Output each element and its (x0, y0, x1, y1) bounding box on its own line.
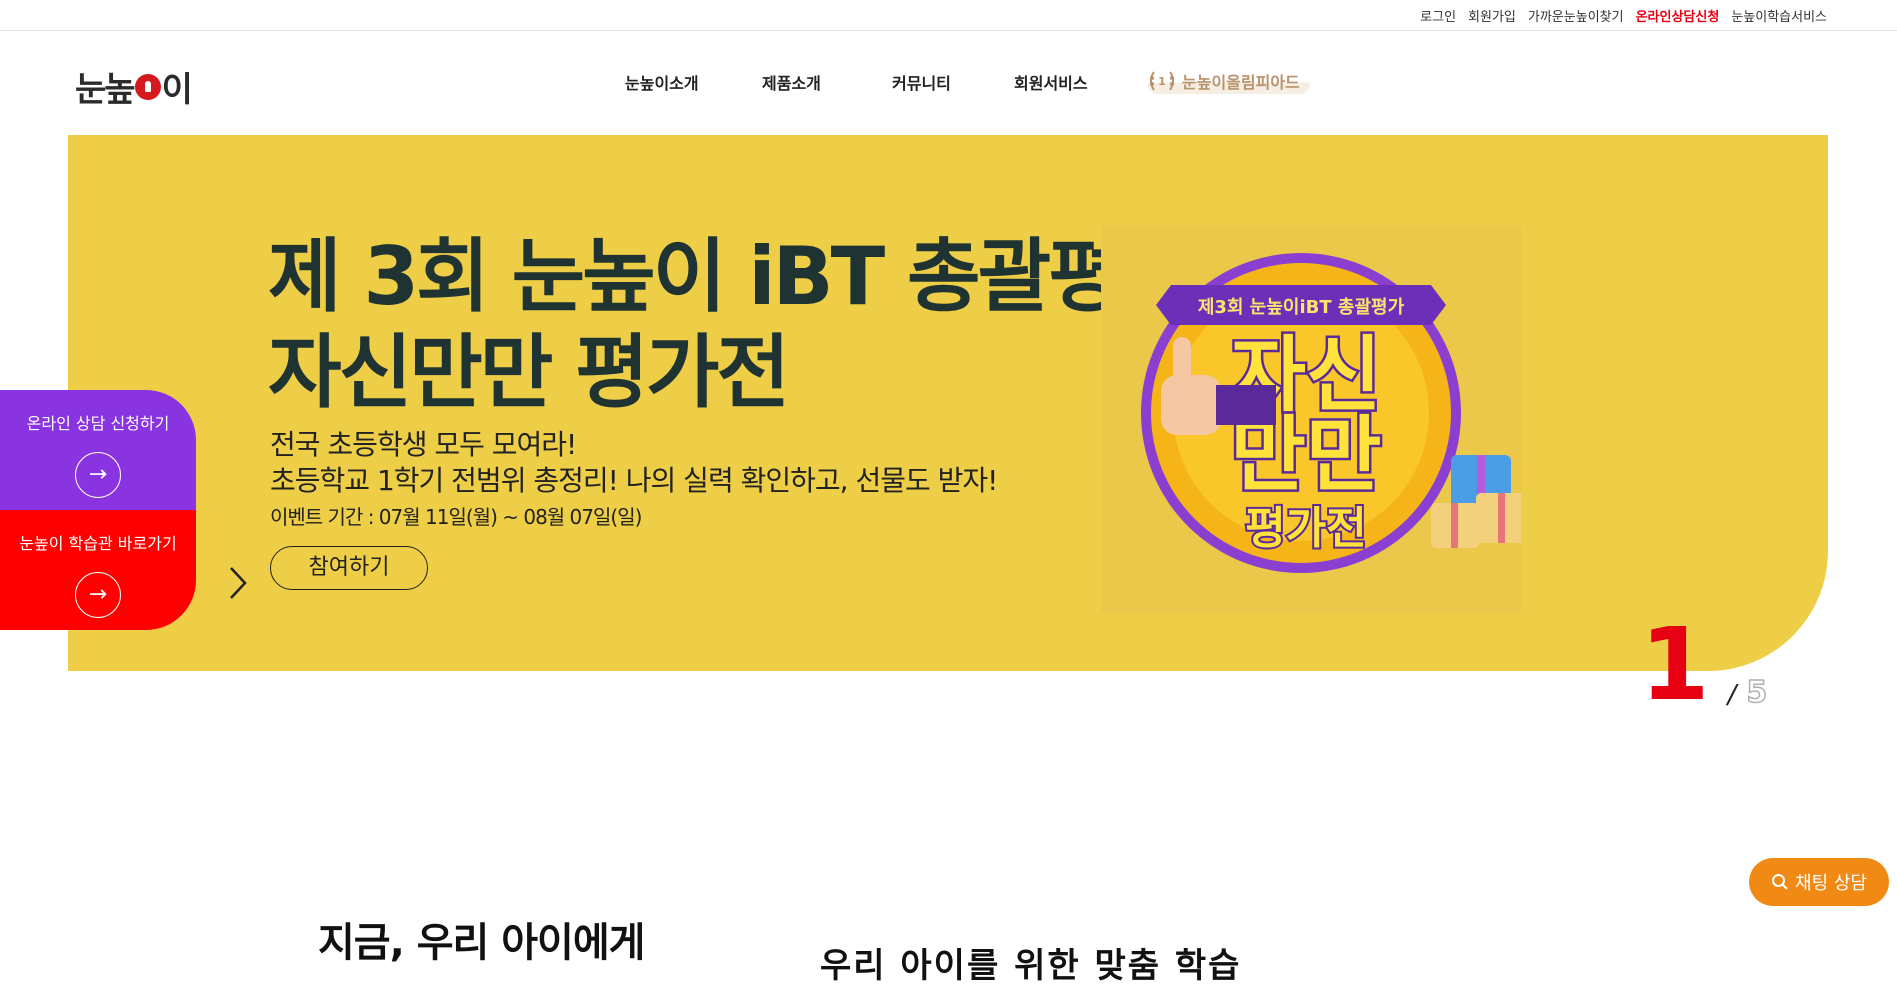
headline-line-1: 제 3회 눈높이 iBT 총괄평가 (268, 230, 1192, 323)
banner-subtitle: 전국 초등학생 모두 모여라! 초등학교 1학기 전범위 총정리! 나의 실력 … (270, 427, 998, 499)
pager-separator: / (1727, 680, 1737, 710)
study-center-panel[interactable]: 눈높이 학습관 바로가기 → (0, 510, 196, 630)
top-utility-bar: 로그인 회원가입 가까운눈높이찾기 온라인상담신청 눈높이학습서비스 (0, 0, 1897, 31)
laurel-icon: 1 (1150, 71, 1174, 91)
pager-total: 5 (1746, 674, 1768, 711)
svg-text:1: 1 (1158, 75, 1166, 88)
arrow-right-icon[interactable]: → (75, 572, 121, 618)
nav-item-community[interactable]: 커뮤니티 (892, 70, 951, 94)
badge-small-text: 평가전 (1245, 503, 1366, 554)
slide-pager: 1 / 5 (1640, 606, 1768, 723)
join-button[interactable]: 참여하기 (270, 546, 428, 590)
find-center-link[interactable]: 가까운눈높이찾기 (1528, 6, 1624, 25)
headline-line-2: 자신만만 평가전 (268, 326, 790, 419)
pager-current: 1 (1640, 606, 1710, 723)
online-consult-link[interactable]: 온라인상담신청 (1636, 6, 1720, 25)
badge-graphic: 제3회 눈높이iBT 총괄평가 자신 만만 평가전 (1141, 253, 1528, 573)
chat-consult-button[interactable]: 채팅 상담 (1749, 858, 1889, 906)
search-icon (1772, 874, 1788, 890)
section-heading-right: 우리 아이를 위한 맞춤 학습 (820, 946, 1242, 986)
event-period: 이벤트 기간 : 07월 11일(월) ~ 08월 07일(일) (270, 505, 642, 529)
banner-headline: 제 3회 눈높이 iBT 총괄평가 자신만만 평가전 (268, 229, 1192, 421)
signup-link[interactable]: 회원가입 (1468, 6, 1516, 25)
chevron-right-icon[interactable] (228, 565, 248, 601)
login-link[interactable]: 로그인 (1420, 6, 1456, 25)
hero-banner: 제 3회 눈높이 iBT 총괄평가 자신만만 평가전 전국 초등학생 모두 모여… (68, 135, 1828, 671)
nav-item-member-service[interactable]: 회원서비스 (1014, 70, 1088, 94)
olympiad-label: 눈높이올림피아드 (1182, 73, 1300, 92)
chat-label: 채팅 상담 (1795, 873, 1867, 894)
online-consult-panel[interactable]: 온라인 상담 신청하기 → (0, 390, 196, 510)
study-center-label: 눈높이 학습관 바로가기 (19, 534, 177, 553)
main-nav: 눈높이소개 제품소개 커뮤니티 회원서비스 1 눈높이올림피아드 (0, 68, 1897, 100)
subtitle-line-1: 전국 초등학생 모두 모여라! (270, 428, 577, 461)
online-consult-label: 온라인 상담 신청하기 (26, 414, 170, 433)
nav-item-olympiad[interactable]: 1 눈높이올림피아드 (1148, 68, 1310, 94)
badge-ribbon-text: 제3회 눈높이iBT 총괄평가 (1198, 297, 1405, 318)
section-heading-left: 지금, 우리 아이에게 (318, 920, 645, 966)
learning-service-link[interactable]: 눈높이학습서비스 (1731, 6, 1827, 25)
nav-item-products[interactable]: 제품소개 (762, 70, 821, 94)
arrow-right-icon[interactable]: → (75, 452, 121, 498)
subtitle-line-2: 초등학교 1학기 전범위 총정리! 나의 실력 확인하고, 선물도 받자! (270, 464, 998, 497)
top-links: 로그인 회원가입 가까운눈높이찾기 온라인상담신청 눈높이학습서비스 (1420, 6, 1827, 25)
nav-item-about[interactable]: 눈높이소개 (625, 70, 699, 94)
event-badge-illustration: 제3회 눈높이iBT 총괄평가 자신 만만 평가전 (1101, 225, 1528, 613)
